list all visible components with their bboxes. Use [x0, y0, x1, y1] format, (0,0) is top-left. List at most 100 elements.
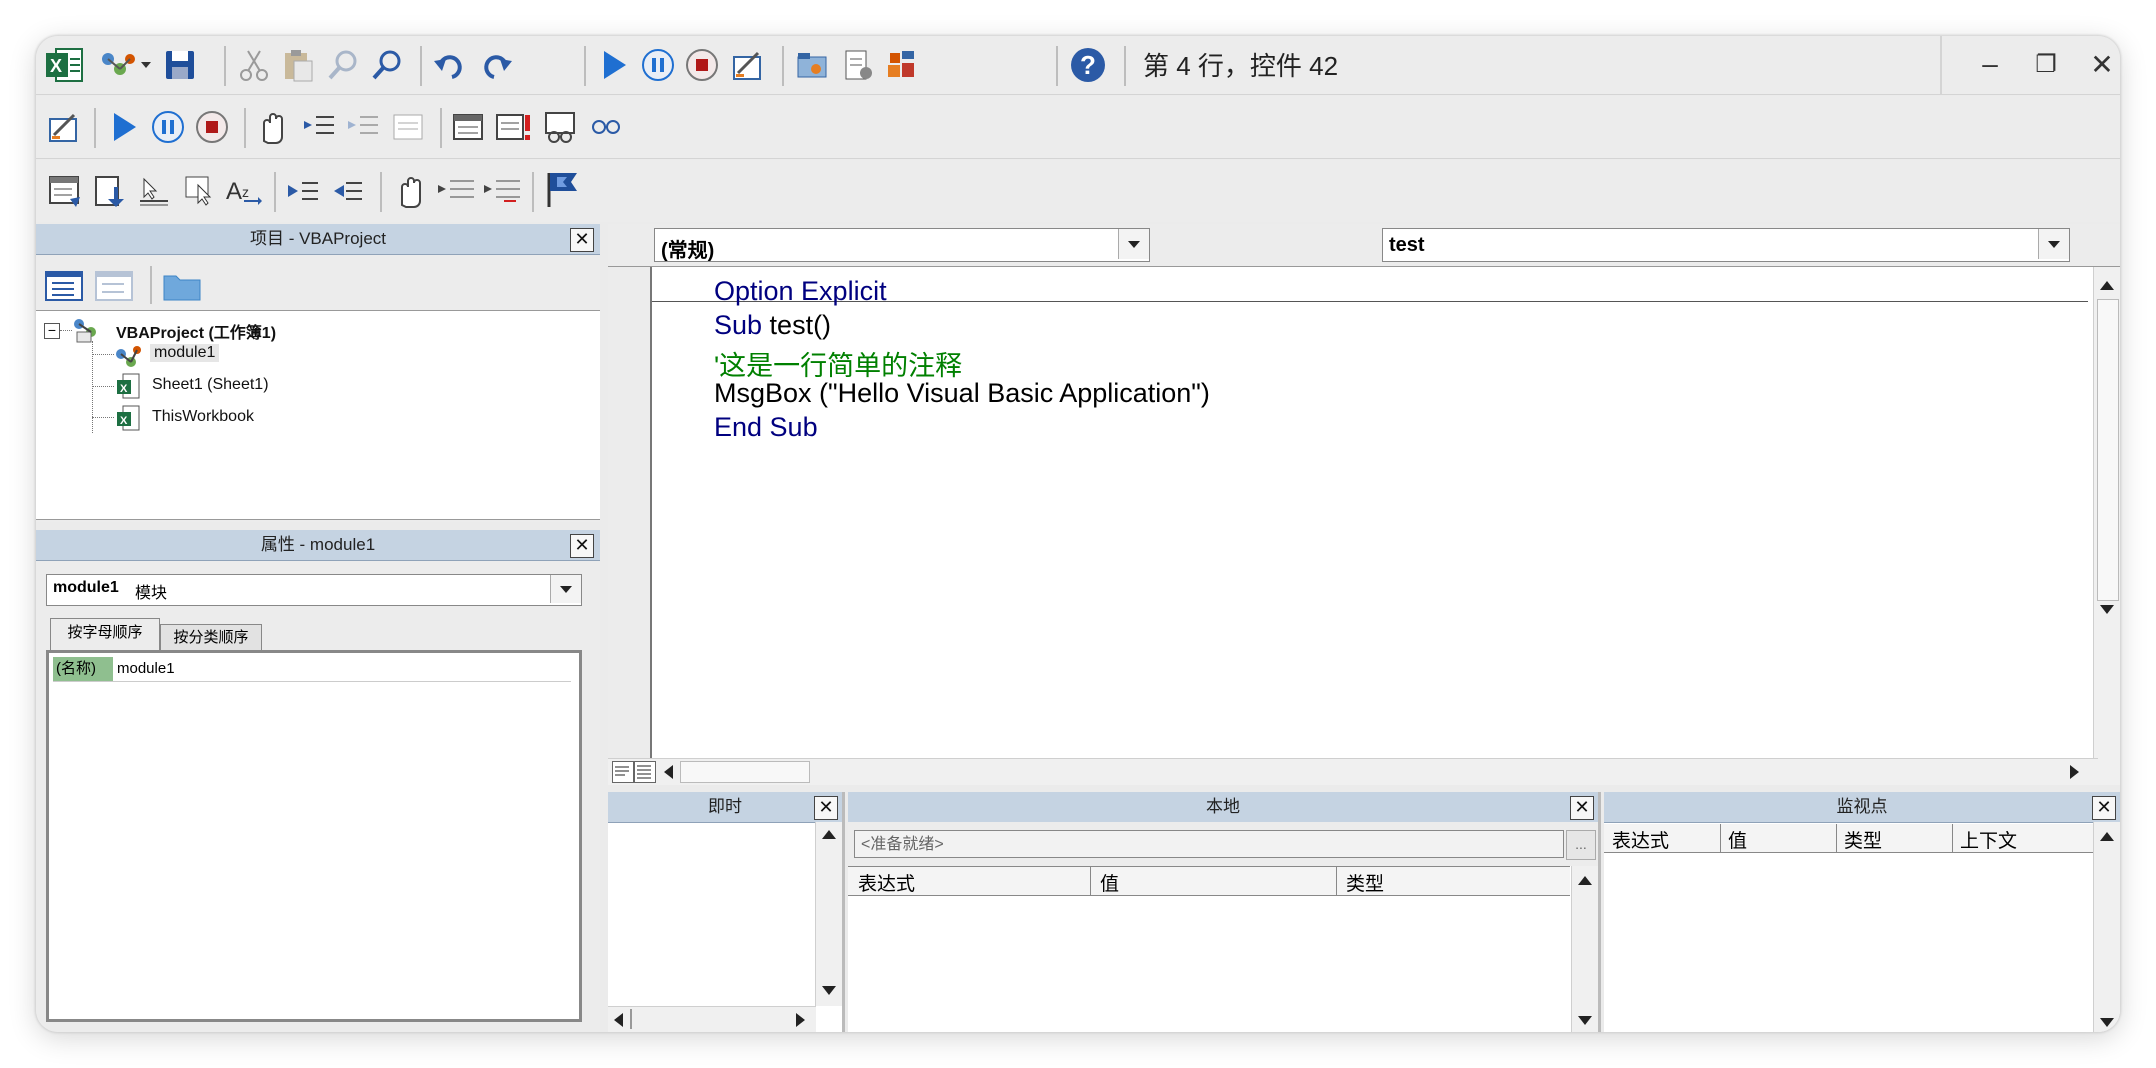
run-icon[interactable]: [102, 105, 146, 149]
immediate-window-icon[interactable]: [492, 105, 536, 149]
tab-categorized[interactable]: 按分类顺序: [160, 624, 262, 651]
design-mode-icon[interactable]: [726, 43, 770, 87]
pause-icon[interactable]: [146, 105, 190, 149]
scroll-down-icon[interactable]: [822, 986, 836, 995]
view-code-icon[interactable]: [42, 264, 86, 308]
chevron-down-icon[interactable]: [1118, 229, 1149, 259]
column-type[interactable]: 类型: [1844, 826, 1882, 853]
column-context[interactable]: 上下文: [1960, 826, 2017, 853]
immediate-vertical-scrollbar[interactable]: [815, 822, 842, 1006]
tree-item-sheet1[interactable]: Sheet1 (Sheet1): [152, 376, 269, 394]
list-constants-icon[interactable]: [88, 169, 132, 213]
step-into-icon[interactable]: [298, 105, 342, 149]
properties-panel-close-button[interactable]: ✕: [570, 534, 594, 558]
code-vertical-scrollbar[interactable]: [2093, 267, 2120, 785]
immediate-horizontal-scrollbar[interactable]: [608, 1006, 816, 1032]
watch-window-icon[interactable]: [538, 105, 582, 149]
insert-module-icon[interactable]: [96, 43, 140, 87]
undo-icon[interactable]: [428, 43, 472, 87]
chevron-down-icon[interactable]: [2038, 229, 2069, 259]
procedure-dropdown[interactable]: test: [1382, 228, 2070, 262]
uncomment-block-icon[interactable]: [480, 169, 524, 213]
tree-item-thisworkbook[interactable]: ThisWorkbook: [152, 408, 254, 426]
code-line-5[interactable]: End Sub: [714, 412, 818, 443]
redo-icon[interactable]: [474, 43, 518, 87]
scroll-down-icon[interactable]: [2100, 1018, 2114, 1027]
locals-window-icon[interactable]: [446, 105, 490, 149]
parameter-info-icon[interactable]: [178, 169, 222, 213]
minimize-button[interactable]: –: [1970, 44, 2010, 84]
run-icon[interactable]: [592, 43, 636, 87]
reset-icon[interactable]: [680, 43, 724, 87]
quick-watch-icon[interactable]: [584, 105, 628, 149]
code-line-4[interactable]: MsgBox ("Hello Visual Basic Application"…: [714, 378, 1210, 409]
excel-icon[interactable]: X: [42, 43, 86, 87]
scroll-left-icon[interactable]: [664, 765, 673, 779]
toggle-breakpoint-icon[interactable]: [250, 105, 294, 149]
comment-block-icon[interactable]: [434, 169, 478, 213]
paste-icon[interactable]: [276, 43, 320, 87]
scroll-up-icon[interactable]: [2100, 832, 2114, 841]
scroll-up-icon[interactable]: [822, 830, 836, 839]
project-panel-close-button[interactable]: ✕: [570, 228, 594, 252]
object-browser-icon[interactable]: [880, 43, 924, 87]
property-row[interactable]: (名称) module1: [53, 657, 571, 682]
code-line-1[interactable]: Option Explicit: [714, 276, 887, 307]
column-expression[interactable]: 表达式: [858, 869, 915, 896]
code-horizontal-scrollbar[interactable]: [608, 758, 2098, 785]
locals-panel-close-button[interactable]: ✕: [1570, 796, 1594, 820]
column-expression[interactable]: 表达式: [1612, 826, 1669, 853]
view-object-icon[interactable]: [92, 264, 136, 308]
reset-icon[interactable]: [190, 105, 234, 149]
scroll-up-icon[interactable]: [2100, 281, 2114, 290]
scroll-right-icon[interactable]: [796, 1013, 805, 1027]
column-value[interactable]: 值: [1100, 869, 1119, 896]
toggle-folders-icon[interactable]: [160, 264, 204, 308]
design-mode-icon[interactable]: [42, 105, 86, 149]
step-over-icon[interactable]: [342, 105, 386, 149]
locals-vertical-scrollbar[interactable]: [1571, 866, 1598, 1032]
column-type[interactable]: 类型: [1346, 869, 1384, 896]
save-icon[interactable]: [158, 43, 202, 87]
quick-info-icon[interactable]: [132, 169, 176, 213]
margin-indicator-bar[interactable]: [608, 267, 652, 785]
outdent-icon[interactable]: [326, 169, 370, 213]
full-module-view-icon[interactable]: [634, 761, 656, 783]
pause-icon[interactable]: [636, 43, 680, 87]
collapse-toggle[interactable]: −: [44, 323, 60, 339]
cut-icon[interactable]: [232, 43, 276, 87]
find-icon[interactable]: [322, 43, 366, 87]
call-stack-button[interactable]: ...: [1566, 830, 1596, 860]
project-explorer-icon[interactable]: [790, 43, 834, 87]
object-selector-dropdown[interactable]: module1 模块: [46, 574, 582, 606]
find-next-icon[interactable]: [366, 43, 410, 87]
watch-panel-close-button[interactable]: ✕: [2092, 796, 2116, 820]
chevron-down-icon[interactable]: [550, 575, 581, 603]
scroll-down-icon[interactable]: [2100, 605, 2114, 614]
properties-window-icon[interactable]: [836, 43, 880, 87]
complete-word-icon[interactable]: Az: [222, 169, 266, 213]
property-value[interactable]: module1: [117, 657, 175, 681]
column-value[interactable]: 值: [1728, 826, 1747, 853]
horizontal-scrollbar-thumb[interactable]: [680, 761, 810, 783]
procedure-view-icon[interactable]: [612, 761, 634, 783]
code-line-2[interactable]: Sub test(): [714, 310, 831, 341]
tab-alphabetic[interactable]: 按字母顺序: [50, 618, 160, 651]
tree-item-module1[interactable]: module1: [150, 344, 220, 362]
close-window-button[interactable]: ✕: [2082, 44, 2120, 84]
scroll-down-icon[interactable]: [1578, 1016, 1592, 1025]
step-out-icon[interactable]: [386, 105, 430, 149]
help-icon[interactable]: ?: [1066, 43, 1110, 87]
object-dropdown[interactable]: (常规): [654, 228, 1150, 262]
indent-icon[interactable]: [282, 169, 326, 213]
toggle-breakpoint-icon[interactable]: [388, 169, 432, 213]
immediate-text-area[interactable]: [610, 824, 808, 1000]
scroll-up-icon[interactable]: [1578, 876, 1592, 885]
watch-vertical-scrollbar[interactable]: [2093, 822, 2120, 1032]
scroll-left-icon[interactable]: [614, 1013, 623, 1027]
chevron-down-icon[interactable]: [136, 43, 156, 87]
restore-button[interactable]: ❐: [2026, 44, 2066, 84]
bookmark-flag-icon[interactable]: [540, 167, 584, 211]
immediate-panel-close-button[interactable]: ✕: [814, 796, 838, 820]
scrollbar-thumb[interactable]: [2097, 299, 2119, 601]
